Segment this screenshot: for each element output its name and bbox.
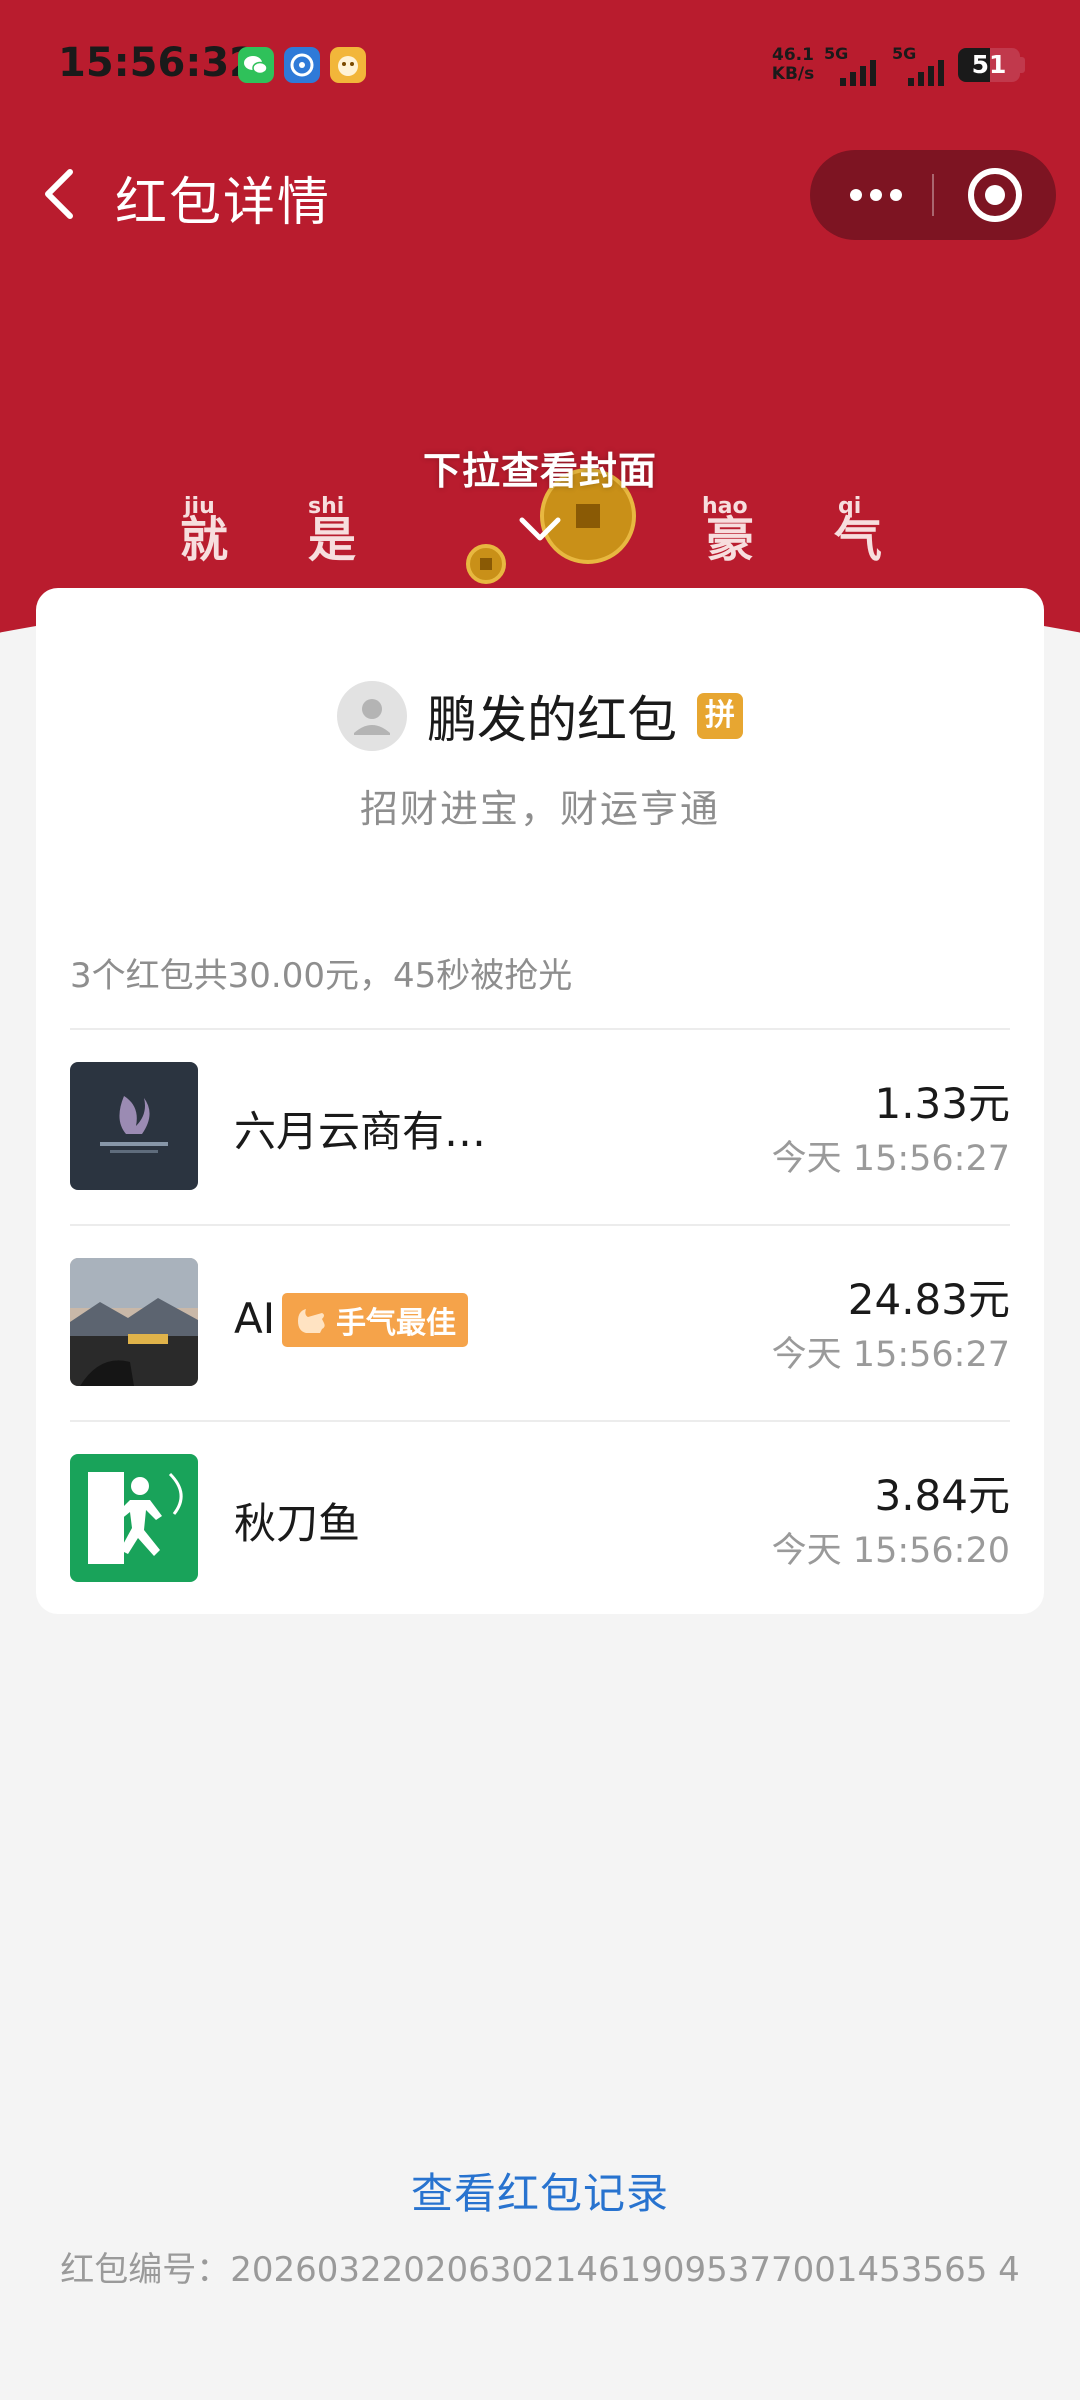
received-amount: 24.83元 <box>847 1275 1010 1324</box>
chevron-left-icon <box>45 169 73 219</box>
battery-tip <box>1020 57 1025 73</box>
target-close-icon <box>968 168 1022 222</box>
coin-hole <box>480 558 492 570</box>
net-speed-value: 46.1 <box>772 45 814 65</box>
avatar[interactable] <box>70 1454 198 1582</box>
more-dots-icon <box>850 189 902 201</box>
packet-header-card: 鹏发的红包 拼 招财进宝，财运亨通 <box>36 588 1044 908</box>
page-title: 红包详情 <box>115 173 332 233</box>
packet-summary: 3个红包共30.00元，45秒被抢光 <box>70 956 573 996</box>
app-blue-icon <box>284 47 320 83</box>
battery-indicator: 51 <box>958 48 1020 82</box>
pull-down-cover-hint[interactable]: 下拉查看封面 <box>0 440 1080 495</box>
received-time: 今天 15:56:20 <box>771 1531 1010 1571</box>
status-bar: 15:56:32 46.1 KB/s 5G 5G 51 <box>0 0 1080 130</box>
avatar[interactable] <box>337 681 407 751</box>
list-item[interactable]: AI 手气最佳 24.83元 今天 15:56:27 <box>70 1226 1010 1422</box>
avatar[interactable] <box>70 1258 198 1386</box>
cover-char-4: 气 <box>834 512 883 568</box>
company-logo-icon <box>70 1062 198 1190</box>
net-speed-indicator: 46.1 KB/s <box>768 46 818 84</box>
mini-program-capsule <box>810 150 1056 240</box>
received-amount: 1.33元 <box>874 1079 1010 1128</box>
sender-title: 鹏发的红包 <box>427 691 677 749</box>
received-time: 今天 15:56:27 <box>771 1139 1010 1179</box>
coin-hole <box>576 504 600 528</box>
red-packet-detail-page: 15:56:32 46.1 KB/s 5G 5G 51 红包详情 jiu 就 s… <box>0 0 1080 2400</box>
best-luck-badge: 手气最佳 <box>282 1293 468 1347</box>
avatar[interactable] <box>70 1062 198 1190</box>
cover-char-3: 豪 <box>706 512 755 568</box>
recipient-name: 六月云商有… <box>234 1107 487 1156</box>
best-luck-label: 手气最佳 <box>336 1306 456 1341</box>
chevron-down-icon <box>519 517 561 541</box>
sunset-photo-icon <box>70 1258 198 1386</box>
app-yellow-icon <box>330 47 366 83</box>
received-amount: 3.84元 <box>874 1471 1010 1520</box>
close-button[interactable] <box>934 150 1056 240</box>
packet-serial-number: 红包编号：20260322020630214619095377001453565… <box>60 2250 1020 2290</box>
recipient-name: 秋刀鱼 <box>234 1499 361 1548</box>
group-packet-tag: 拼 <box>697 693 743 739</box>
cover-char-1: 就 <box>180 512 229 568</box>
view-packet-records-link[interactable]: 查看红包记录 <box>0 2160 1080 2221</box>
exit-sign-icon <box>70 1454 198 1582</box>
list-item[interactable]: 秋刀鱼 3.84元 今天 15:56:20 <box>70 1422 1010 1618</box>
gold-coin-icon <box>466 544 506 584</box>
recipient-list-card: 3个红包共30.00元，45秒被抢光 六月云商有… 1.33元 今天 15:56… <box>36 908 1044 1614</box>
cover-char-2: 是 <box>308 512 357 568</box>
wechat-icon <box>238 47 274 83</box>
signal-bars-icon <box>908 60 944 86</box>
more-button[interactable] <box>810 150 932 240</box>
thumb-up-icon <box>298 1309 325 1333</box>
signal-bars-icon <box>840 60 876 86</box>
blessing-text: 招财进宝，财运亨通 <box>359 787 720 831</box>
list-item[interactable]: 六月云商有… 1.33元 今天 15:56:27 <box>70 1030 1010 1226</box>
status-time: 15:56:32 <box>58 40 257 86</box>
recipient-name: AI <box>234 1294 276 1343</box>
battery-level: 51 <box>971 50 1007 79</box>
user-placeholder-icon <box>354 699 390 735</box>
sender-row: 鹏发的红包 拼 <box>36 680 1044 752</box>
net-speed-unit: KB/s <box>771 64 815 84</box>
received-time: 今天 15:56:27 <box>771 1335 1010 1375</box>
back-button[interactable] <box>32 158 92 230</box>
